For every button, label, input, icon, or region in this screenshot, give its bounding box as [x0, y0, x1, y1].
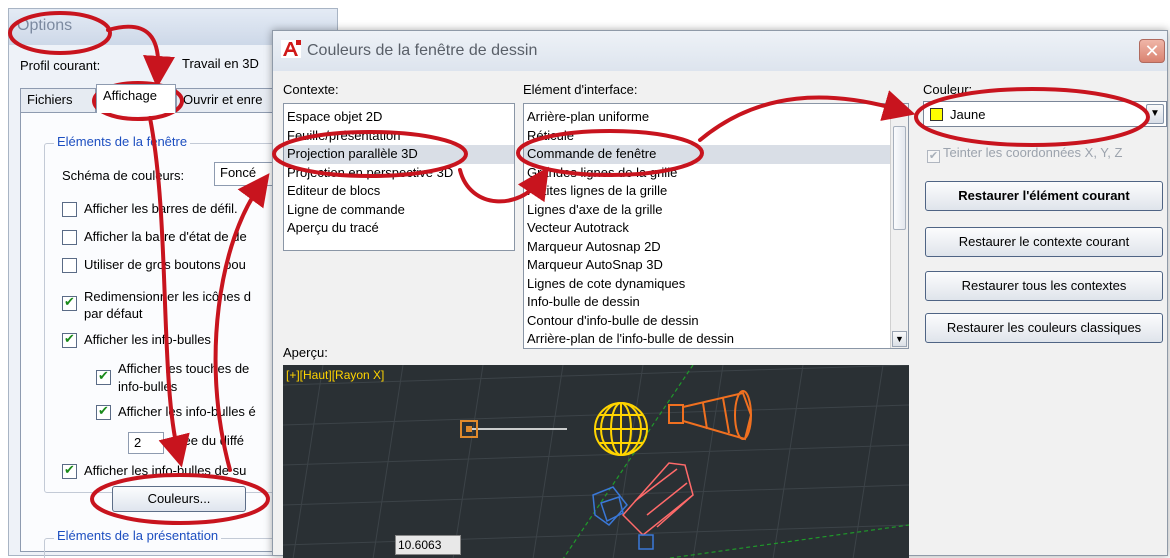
context-item[interactable]: Ligne de commande [284, 201, 514, 220]
element-item[interactable]: Contour d'info-bulle de dessin [524, 312, 908, 331]
element-item[interactable]: Grandes lignes de la grille [524, 164, 908, 183]
scroll-down-arrow-icon[interactable]: ▼ [892, 331, 907, 347]
checkbox-tooltips-label: Afficher les info-bulles [84, 332, 211, 347]
context-list[interactable]: Espace objet 2D Feuille/présentation Pro… [283, 103, 515, 251]
color-select[interactable]: Jaune ▼ [923, 101, 1167, 127]
delay-label: urée du diffé [172, 433, 245, 448]
context-item[interactable]: Feuille/présentation [284, 127, 514, 146]
window-elements-title: Eléments de la fenêtre [54, 134, 191, 149]
scrollbar-thumb[interactable] [893, 126, 906, 230]
color-swatch [930, 108, 943, 121]
checkbox-scrollbars-label: Afficher les barres de défil. [84, 201, 238, 216]
element-item[interactable]: Vecteur Autotrack [524, 219, 908, 238]
context-item[interactable]: Aperçu du tracé [284, 219, 514, 238]
dialog-title: Couleurs de la fenêtre de dessin [307, 42, 538, 59]
element-item[interactable]: Réticule [524, 127, 908, 146]
checkbox-extended-tooltips[interactable] [96, 403, 111, 420]
element-list[interactable]: Arrière-plan uniforme Réticule Commande … [523, 103, 909, 349]
tab-fichiers[interactable]: Fichiers [20, 88, 96, 112]
chevron-down-icon[interactable]: ▼ [1146, 104, 1164, 124]
element-item[interactable]: Petites lignes de la grille [524, 182, 908, 201]
context-item-selected[interactable]: Projection parallèle 3D [284, 145, 514, 164]
checkbox-scrollbars[interactable] [62, 202, 77, 217]
checkbox-large-buttons-label: Utiliser de gros boutons pou [84, 257, 246, 272]
coordinate-readout: 10.6063 [395, 535, 461, 555]
close-icon: ✕ [1144, 41, 1160, 61]
restore-all-contexts-button[interactable]: Restaurer tous les contextes [925, 271, 1163, 301]
restore-classic-colors-button[interactable]: Restaurer les couleurs classiques [925, 313, 1163, 343]
checkbox-resize-icons-label: Redimensionner les icônes d [84, 289, 251, 304]
scheme-label: Schéma de couleurs: [62, 168, 185, 183]
delay-input[interactable]: 2 [128, 432, 164, 454]
context-item[interactable]: Espace objet 2D [284, 108, 514, 127]
element-item-selected[interactable]: Commande de fenêtre [524, 145, 908, 164]
drawing-window-colors-dialog: Couleurs de la fenêtre de dessin ✕ Conte… [272, 30, 1168, 558]
checkbox-rollover-tooltips[interactable] [62, 462, 77, 479]
profile-value: Travail en 3D [182, 56, 259, 71]
element-item[interactable]: Lignes d'axe de la grille [524, 201, 908, 220]
restore-current-element-button[interactable]: Restaurer l'élément courant [925, 181, 1163, 211]
restore-current-context-button[interactable]: Restaurer le contexte courant [925, 227, 1163, 257]
colors-button[interactable]: Couleurs... [112, 486, 246, 512]
element-item[interactable]: Arrière-plan uniforme [524, 108, 908, 127]
checkbox-tooltips[interactable] [62, 331, 77, 348]
checkbox-rollover-tooltips-label: Afficher les info-bulles de su [84, 463, 247, 478]
element-item[interactable]: Arrière-plan de l'info-bulle de dessin [524, 330, 908, 348]
element-item[interactable]: Marqueur Autosnap 2D [524, 238, 908, 257]
context-label: Contexte: [283, 82, 339, 97]
autocad-app-icon [281, 40, 301, 58]
preview-viewport: [+][Haut][Rayon X] 10.6063 [283, 365, 909, 558]
close-button[interactable]: ✕ [1139, 39, 1165, 63]
element-label: Elément d'interface: [523, 82, 638, 97]
context-item[interactable]: Editeur de blocs [284, 182, 514, 201]
element-item[interactable]: Lignes de cote dynamiques [524, 275, 908, 294]
checkbox-shortcut-keys-label: Afficher les touches de [118, 361, 250, 376]
profile-label: Profil courant: [20, 58, 101, 73]
checkbox-resize-icons-label2: par défaut [84, 306, 143, 321]
checkbox-shortcut-keys[interactable] [96, 368, 111, 385]
checkbox-resize-icons[interactable] [62, 294, 77, 311]
tint-label: Teinter les coordonnées X, Y, Z [943, 145, 1123, 160]
dialog-titlebar: Couleurs de la fenêtre de dessin ✕ [273, 31, 1167, 71]
checkbox-extended-tooltips-label: Afficher les info-bulles é [118, 404, 256, 419]
tab-affichage[interactable]: Affichage [96, 84, 176, 113]
tint-checkbox-icon: ✔ [927, 150, 940, 163]
color-label: Couleur: [923, 82, 973, 97]
preview-scene [283, 365, 909, 558]
element-item[interactable]: Info-bulle de dessin [524, 293, 908, 312]
layout-elements-title: Eléments de la présentation [54, 528, 222, 543]
checkbox-statusbar-label: Afficher la barre d'état de de [84, 229, 247, 244]
checkbox-statusbar[interactable] [62, 230, 77, 245]
tint-xyz-checkbox: ✔ Teinter les coordonnées X, Y, Z [927, 145, 1123, 163]
checkbox-shortcut-keys-label2: info-bulles [118, 379, 178, 394]
checkbox-large-buttons[interactable] [62, 258, 77, 273]
viewport-label: [+][Haut][Rayon X] [286, 368, 385, 382]
context-item[interactable]: Projection en perspective 3D [284, 164, 514, 183]
color-value: Jaune [950, 107, 986, 122]
element-item[interactable]: Marqueur AutoSnap 3D [524, 256, 908, 275]
preview-label: Aperçu: [283, 345, 328, 360]
element-list-scrollbar[interactable]: ▼ [890, 104, 908, 348]
tab-ouvrir-enregistrer[interactable]: Ouvrir et enre [176, 88, 276, 112]
